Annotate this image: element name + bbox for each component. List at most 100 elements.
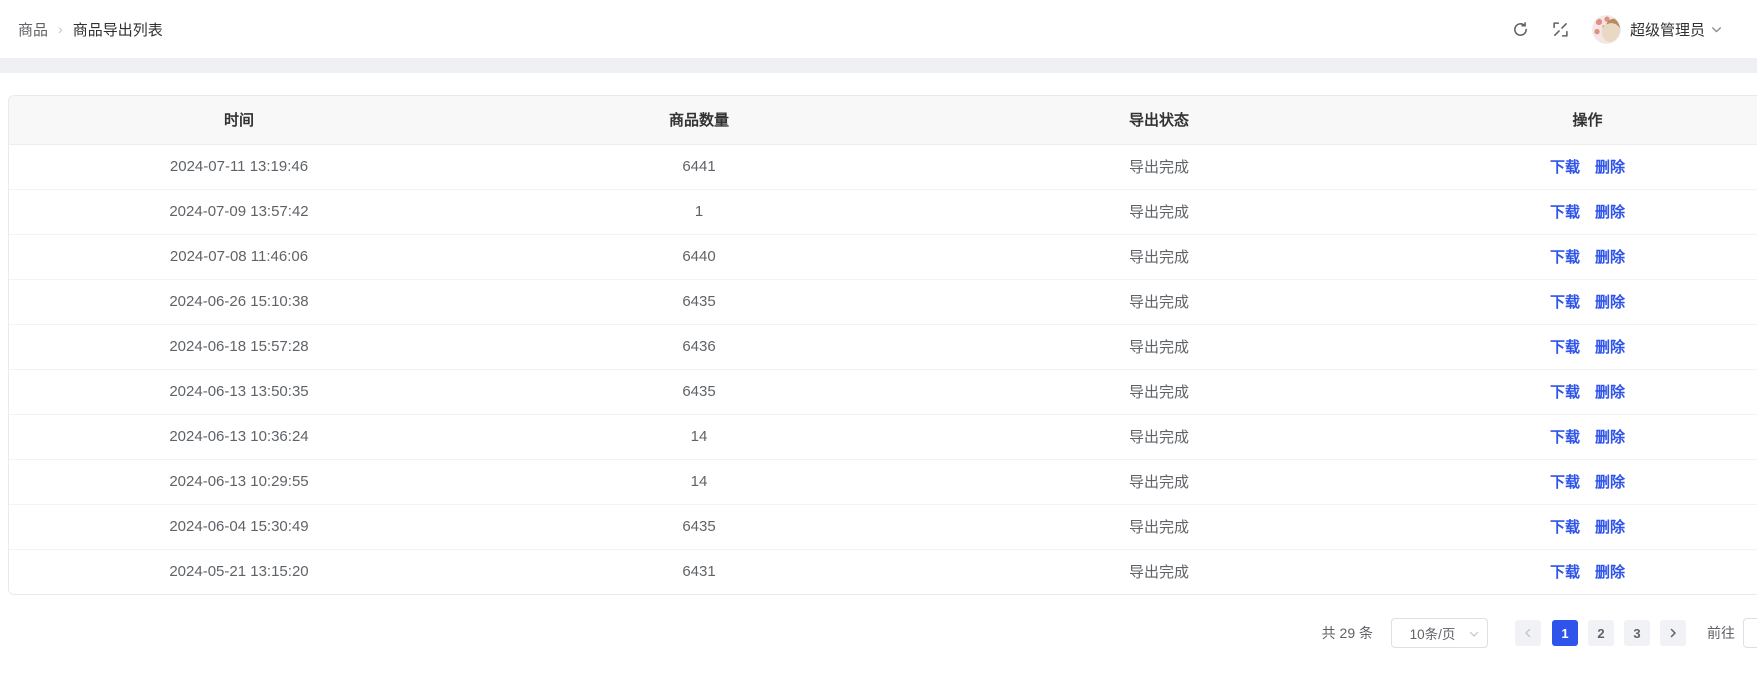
page-size-value: 10条/页 [1410, 623, 1456, 643]
quantity-cell: 6435 [469, 279, 929, 324]
quantity-cell: 6441 [469, 144, 929, 189]
table-row: 2024-06-13 10:36:2414导出完成下载删除 [9, 414, 1757, 459]
table-row: 2024-06-26 15:10:386435导出完成下载删除 [9, 279, 1757, 324]
status-cell: 导出完成 [929, 369, 1389, 414]
delete-link[interactable]: 删除 [1595, 384, 1625, 401]
quantity-cell: 6436 [469, 324, 929, 369]
table-header-row: 时间 商品数量 导出状态 操作 [9, 96, 1757, 144]
page-size-select[interactable]: 10条/页 [1391, 618, 1488, 648]
page-button-1[interactable]: 1 [1552, 620, 1578, 646]
breadcrumb-item-export-list: 商品导出列表 [73, 19, 163, 40]
actions-cell: 下载删除 [1389, 144, 1757, 189]
download-link[interactable]: 下载 [1550, 249, 1580, 266]
column-header-status: 导出状态 [929, 96, 1389, 144]
delete-link[interactable]: 删除 [1595, 339, 1625, 356]
chevron-left-icon [1522, 627, 1534, 639]
actions-cell: 下载删除 [1389, 279, 1757, 324]
export-table-card: 时间 商品数量 导出状态 操作 2024-07-11 13:19:466441导… [8, 95, 1757, 595]
download-link[interactable]: 下载 [1550, 474, 1580, 491]
status-cell: 导出完成 [929, 504, 1389, 549]
page-number-buttons: 123 [1547, 620, 1655, 646]
time-cell: 2024-07-08 11:46:06 [9, 234, 469, 279]
quantity-cell: 6435 [469, 369, 929, 414]
actions-cell: 下载删除 [1389, 414, 1757, 459]
table-row: 2024-06-13 13:50:356435导出完成下载删除 [9, 369, 1757, 414]
table-body: 2024-07-11 13:19:466441导出完成下载删除2024-07-0… [9, 144, 1757, 594]
delete-link[interactable]: 删除 [1595, 519, 1625, 536]
actions-cell: 下载删除 [1389, 459, 1757, 504]
time-cell: 2024-07-09 13:57:42 [9, 189, 469, 234]
table-row: 2024-06-04 15:30:496435导出完成下载删除 [9, 504, 1757, 549]
page-background-strip [0, 58, 1757, 73]
download-link[interactable]: 下载 [1550, 429, 1580, 446]
chevron-down-icon [1468, 628, 1480, 640]
total-count-label: 共 29 条 [1322, 623, 1373, 643]
status-cell: 导出完成 [929, 189, 1389, 234]
column-header-time: 时间 [9, 96, 469, 144]
time-cell: 2024-06-13 10:29:55 [9, 459, 469, 504]
column-header-quantity: 商品数量 [469, 96, 929, 144]
time-cell: 2024-06-13 10:36:24 [9, 414, 469, 459]
quantity-cell: 6435 [469, 504, 929, 549]
delete-link[interactable]: 删除 [1595, 159, 1625, 176]
prev-page-button[interactable] [1515, 620, 1541, 646]
table-row: 2024-07-09 13:57:421导出完成下载删除 [9, 189, 1757, 234]
user-name[interactable]: 超级管理员 [1630, 19, 1705, 40]
download-link[interactable]: 下载 [1550, 294, 1580, 311]
chevron-down-icon[interactable] [1710, 23, 1723, 36]
actions-cell: 下载删除 [1389, 324, 1757, 369]
breadcrumb: 商品 › 商品导出列表 [18, 19, 163, 40]
delete-link[interactable]: 删除 [1595, 204, 1625, 221]
status-cell: 导出完成 [929, 459, 1389, 504]
avatar[interactable] [1592, 15, 1621, 44]
export-table: 时间 商品数量 导出状态 操作 2024-07-11 13:19:466441导… [9, 96, 1757, 594]
refresh-icon[interactable] [1512, 20, 1530, 38]
time-cell: 2024-06-18 15:57:28 [9, 324, 469, 369]
delete-link[interactable]: 删除 [1595, 564, 1625, 581]
breadcrumb-separator-icon: › [58, 21, 63, 37]
time-cell: 2024-06-26 15:10:38 [9, 279, 469, 324]
time-cell: 2024-06-13 13:50:35 [9, 369, 469, 414]
download-link[interactable]: 下载 [1550, 339, 1580, 356]
status-cell: 导出完成 [929, 144, 1389, 189]
delete-link[interactable]: 删除 [1595, 474, 1625, 491]
quantity-cell: 6440 [469, 234, 929, 279]
fullscreen-icon[interactable] [1552, 20, 1570, 38]
download-link[interactable]: 下载 [1550, 159, 1580, 176]
goto-page-label: 前往 [1707, 623, 1735, 643]
table-row: 2024-07-08 11:46:066440导出完成下载删除 [9, 234, 1757, 279]
download-link[interactable]: 下载 [1550, 384, 1580, 401]
column-header-actions: 操作 [1389, 96, 1757, 144]
table-row: 2024-05-21 13:15:206431导出完成下载删除 [9, 549, 1757, 594]
delete-link[interactable]: 删除 [1595, 249, 1625, 266]
download-link[interactable]: 下载 [1550, 564, 1580, 581]
time-cell: 2024-05-21 13:15:20 [9, 549, 469, 594]
quantity-cell: 14 [469, 459, 929, 504]
time-cell: 2024-06-04 15:30:49 [9, 504, 469, 549]
topbar-actions: 超级管理员 [1512, 15, 1723, 44]
status-cell: 导出完成 [929, 324, 1389, 369]
chevron-right-icon [1667, 627, 1679, 639]
next-page-button[interactable] [1660, 620, 1686, 646]
delete-link[interactable]: 删除 [1595, 294, 1625, 311]
breadcrumb-item-products[interactable]: 商品 [18, 19, 48, 40]
goto-page-input[interactable] [1743, 618, 1757, 648]
topbar: 商品 › 商品导出列表 超级管理员 [0, 0, 1757, 58]
quantity-cell: 6431 [469, 549, 929, 594]
delete-link[interactable]: 删除 [1595, 429, 1625, 446]
actions-cell: 下载删除 [1389, 234, 1757, 279]
actions-cell: 下载删除 [1389, 369, 1757, 414]
table-row: 2024-07-11 13:19:466441导出完成下载删除 [9, 144, 1757, 189]
status-cell: 导出完成 [929, 414, 1389, 459]
actions-cell: 下载删除 [1389, 504, 1757, 549]
table-row: 2024-06-18 15:57:286436导出完成下载删除 [9, 324, 1757, 369]
status-cell: 导出完成 [929, 549, 1389, 594]
page-button-2[interactable]: 2 [1588, 620, 1614, 646]
actions-cell: 下载删除 [1389, 549, 1757, 594]
time-cell: 2024-07-11 13:19:46 [9, 144, 469, 189]
status-cell: 导出完成 [929, 279, 1389, 324]
actions-cell: 下载删除 [1389, 189, 1757, 234]
download-link[interactable]: 下载 [1550, 519, 1580, 536]
page-button-3[interactable]: 3 [1624, 620, 1650, 646]
download-link[interactable]: 下载 [1550, 204, 1580, 221]
